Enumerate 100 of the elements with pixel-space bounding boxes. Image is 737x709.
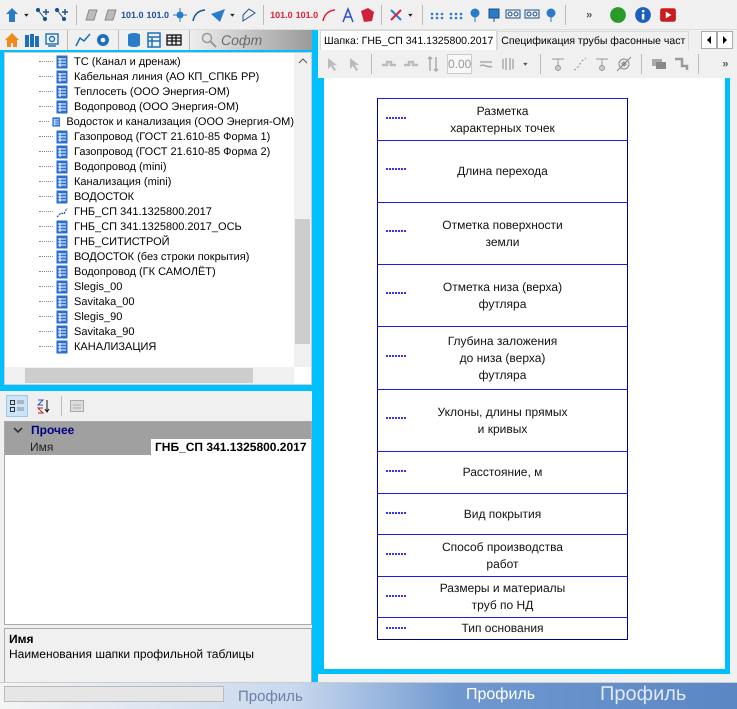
books-icon[interactable] xyxy=(24,32,40,48)
point-label-button[interactable]: 101.0 xyxy=(296,10,318,20)
categorized-icon[interactable] xyxy=(6,395,28,417)
field-code-mark xyxy=(386,292,406,294)
grid-icon[interactable] xyxy=(166,32,182,48)
toolbar-overflow-button[interactable]: » xyxy=(722,58,728,70)
tree-item[interactable]: ГНБ_СИТИСТРОЙ xyxy=(74,236,170,248)
scroll-left-icon[interactable] xyxy=(701,31,717,49)
table-cell: Тип основания xyxy=(461,620,544,637)
table-icon xyxy=(56,54,68,68)
tree-item[interactable]: Канализация (mini) xyxy=(74,176,172,188)
field-code-mark xyxy=(386,230,406,232)
tree-item[interactable]: Slegis_00 xyxy=(74,280,122,292)
tree-item[interactable]: ГНБ_СП 341.1325800.2017 xyxy=(74,206,212,218)
table-cell: Уклоны, длины прямых и кривых xyxy=(438,404,568,438)
table-icon xyxy=(56,130,68,144)
cross-icon[interactable] xyxy=(388,6,404,22)
table-cell: Разметка характерных точек xyxy=(450,102,555,136)
field-code-mark xyxy=(386,168,406,170)
table-cell: Вид покрытия xyxy=(464,506,542,522)
field-code-mark xyxy=(386,470,406,472)
status-label: Профиль xyxy=(238,688,303,705)
table-cell: Размеры и материалы труб по НД xyxy=(440,580,566,614)
search-icon xyxy=(201,32,217,48)
horizontal-scrollbar[interactable] xyxy=(5,367,294,384)
table-icon xyxy=(56,324,68,338)
field-code-mark xyxy=(386,354,406,357)
point-label-button[interactable]: 101.0 xyxy=(270,10,293,20)
tree-item[interactable]: Savitaka_90 xyxy=(74,326,135,338)
point-label-button[interactable]: 101.0 xyxy=(146,10,170,20)
layers-icon[interactable] xyxy=(651,56,668,72)
table-icon xyxy=(56,280,68,294)
property-name: Имя xyxy=(29,440,54,454)
tree-item[interactable]: ВОДОСТОК xyxy=(74,190,134,202)
crosshair-icon[interactable] xyxy=(172,6,188,22)
vertical-scrollbar[interactable] xyxy=(294,53,311,367)
table-icon xyxy=(56,234,68,248)
status-label: Профиль xyxy=(600,683,686,706)
table-icon xyxy=(56,220,68,234)
node-icon[interactable] xyxy=(486,6,502,22)
scroll-right-icon[interactable] xyxy=(717,31,733,49)
chevron-icon[interactable] xyxy=(13,425,23,435)
table-cell: Отметка низа (верха) футляра xyxy=(442,278,562,312)
table-icon[interactable] xyxy=(146,32,162,48)
tree-item[interactable]: ГНБ_СП 341.1325800.2017_ОСЬ xyxy=(74,220,242,232)
table-icon xyxy=(56,264,68,278)
tree-item[interactable]: Газопровод (ГОСТ 21.610-85 Форма 2) xyxy=(74,146,270,158)
table-icon xyxy=(56,100,68,114)
tree-item[interactable]: Водопровод (ООО Энергия-ОМ) xyxy=(74,100,239,112)
step-icon[interactable] xyxy=(673,56,690,72)
table-cell: Способ производства работ xyxy=(442,538,563,572)
graph-icon[interactable] xyxy=(75,32,91,48)
property-value[interactable]: ГНБ_СП 341.1325800.2017 xyxy=(151,438,311,454)
tab[interactable]: Шапка: ГНБ_СП 341.1325800.2017 xyxy=(320,30,498,50)
info-icon[interactable] xyxy=(634,6,652,24)
tree-item[interactable]: Savitaka_00 xyxy=(74,296,135,308)
table-icon xyxy=(56,84,68,98)
tree-item[interactable]: Slegis_90 xyxy=(74,310,122,322)
point-label-button[interactable]: 101.0 xyxy=(121,10,144,20)
description-text: Наименования шапки профильной таблицы xyxy=(9,647,256,661)
table-cell: Глубина заложения до низа (верха) футляра xyxy=(448,332,558,384)
tree-item[interactable]: Теплосеть (ООО Энергия-ОМ) xyxy=(74,86,230,98)
tree-item[interactable]: Водопровод (mini) xyxy=(74,160,167,172)
tree-item[interactable]: Газопровод (ГОСТ 21.610-85 Форма 1) xyxy=(74,130,270,142)
tree-item[interactable]: Водосток и канализация (ООО Энергия-ОМ) xyxy=(66,116,294,128)
table-icon xyxy=(56,340,68,354)
arc-icon[interactable] xyxy=(321,6,338,22)
monitor-icon[interactable] xyxy=(44,32,60,48)
up-arrow-icon[interactable] xyxy=(4,6,20,22)
pin-icon[interactable] xyxy=(550,56,566,72)
home-icon[interactable] xyxy=(4,32,20,48)
tab[interactable]: Спецификация трубы фасонные част xyxy=(497,31,690,50)
tree-item[interactable]: ТС (Канал и дренаж) xyxy=(74,56,181,68)
tree-item[interactable]: Водопровод (ГК САМОЛЁТ) xyxy=(74,266,216,278)
field-code-mark xyxy=(386,595,406,597)
tree-item[interactable]: КАНАЛИЗАЦИЯ xyxy=(74,340,156,352)
arc-icon[interactable] xyxy=(191,6,208,22)
table-icon xyxy=(56,160,68,174)
pin-icon[interactable] xyxy=(594,56,610,72)
add-node-icon[interactable] xyxy=(54,6,70,22)
tree-item[interactable]: ВОДОСТОК (без строки покрытия) xyxy=(74,250,250,262)
play-icon[interactable] xyxy=(659,6,678,24)
table-icon xyxy=(56,174,68,188)
scroll-up-icon[interactable] xyxy=(298,58,308,64)
table-icon xyxy=(56,250,68,264)
polygon-icon[interactable] xyxy=(241,6,258,22)
tree-item[interactable]: Кабельная линия (АО КП_СПКБ РР) xyxy=(74,70,260,82)
toolbar-overflow-button[interactable]: » xyxy=(586,8,592,20)
database-icon[interactable] xyxy=(126,32,142,48)
field-code-mark xyxy=(386,417,406,420)
table-cell: Отметка поверхности земли xyxy=(442,216,563,250)
field-code-mark xyxy=(386,553,406,556)
shape-icon[interactable] xyxy=(340,6,356,22)
category-row[interactable]: Прочее xyxy=(5,422,311,438)
triangle-icon[interactable] xyxy=(210,6,226,22)
category-label: Прочее xyxy=(31,423,74,437)
target-icon[interactable] xyxy=(616,56,632,72)
table-icon xyxy=(52,114,60,128)
description-title: Имя xyxy=(9,632,35,646)
add-node-icon[interactable] xyxy=(35,6,51,22)
